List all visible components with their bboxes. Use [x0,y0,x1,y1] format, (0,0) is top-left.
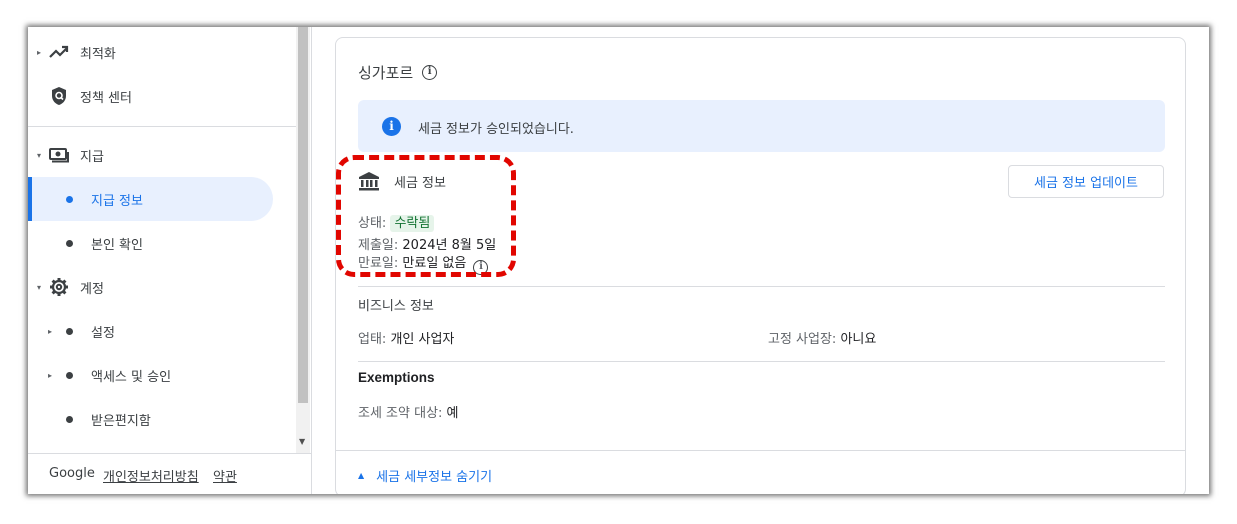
section-divider [358,286,1165,287]
card-title: 싱가포르 i [358,62,438,83]
sidebar: ▸ 최적화 정책 센터 ▾ 지급 지급 정보 본인 확인 ▾ 계정 ▸ 설정 ▸… [28,27,311,494]
main-content: 싱가포르 i i 세금 정보가 승인되었습니다. 세금 정보 상태: 수락됨 제… [312,27,1209,494]
info-icon[interactable]: i [473,260,489,275]
fixed-establishment-label: 고정 사업장: [768,332,837,347]
sidebar-item-label: 계정 [80,281,104,297]
status-row: 상태: 수락됨 [358,212,435,232]
collapse-caret-icon[interactable]: ▾ [37,151,41,160]
business-type-row: 업태: 개인 사업자 [358,328,454,347]
collapse-caret-icon[interactable]: ▾ [37,283,41,292]
section-divider [358,361,1165,362]
bank-icon [359,172,379,191]
tax-treaty-row: 조세 조약 대상: 예 [358,402,459,421]
expand-caret-icon[interactable]: ▸ [37,48,41,57]
sidebar-item-label: 받은편지함 [91,413,151,429]
tax-info-card: 싱가포르 i i 세금 정보가 승인되었습니다. 세금 정보 상태: 수락됨 제… [335,37,1186,494]
expand-caret-icon[interactable]: ▸ [48,371,52,380]
bullet-icon [66,415,73,423]
terms-link[interactable]: 약관 [213,466,237,485]
hide-details-label: 세금 세부정보 숨기기 [376,470,493,485]
sidebar-item-label: 지급 [80,149,104,165]
collapse-arrow-icon: ▲ [358,471,365,480]
scrollbar-thumb[interactable] [298,27,308,403]
app-window: ▸ 최적화 정책 센터 ▾ 지급 지급 정보 본인 확인 ▾ 계정 ▸ 설정 ▸… [28,27,1209,494]
business-type-value: 개인 사업자 [390,332,455,347]
tax-treaty-label: 조세 조약 대상: [358,406,443,421]
bullet-icon [66,195,73,203]
submitted-row: 제출일: 2024년 8월 5일 [358,234,496,253]
sidebar-item-label: 본인 확인 [91,237,143,253]
trending-up-icon [48,41,70,63]
expand-caret-icon[interactable]: ▸ [48,327,52,336]
hide-tax-details-button[interactable]: ▲ 세금 세부정보 숨기기 [358,466,492,485]
submitted-date: 2024년 8월 5일 [402,238,497,253]
sidebar-item-label: 설정 [91,325,115,341]
gear-icon [48,276,70,298]
submitted-label: 제출일: [358,238,399,253]
tax-treaty-value: 예 [446,406,459,421]
exemptions-title: Exemptions [358,370,435,385]
sidebar-item-label: 액세스 및 승인 [91,369,172,385]
bullet-icon [66,239,73,247]
sidebar-item-payment-info[interactable]: 지급 정보 [28,177,273,221]
fixed-establishment-value: 아니요 [840,332,877,347]
card-footer-divider [336,450,1185,451]
info-filled-icon: i [382,117,401,136]
sidebar-divider [28,126,296,127]
fixed-establishment-row: 고정 사업장: 아니요 [768,328,876,347]
banner-text: 세금 정보가 승인되었습니다. [418,122,574,137]
business-info-title: 비즈니스 정보 [358,299,434,314]
expiry-value: 만료일 없음 [402,256,467,271]
status-label: 상태: [358,216,387,231]
tax-info-title: 세금 정보 [394,175,446,191]
expiry-label: 만료일: [358,256,399,271]
bullet-icon [66,327,73,335]
payments-icon [48,144,70,166]
google-brand: Google [49,466,95,481]
status-badge: 수락됨 [390,215,435,232]
sidebar-item-label: 지급 정보 [91,193,143,209]
bullet-icon [66,371,73,379]
privacy-policy-link[interactable]: 개인정보처리방침 [103,466,199,485]
shield-icon [48,85,70,107]
expiry-row: 만료일: 만료일 없음 i [358,252,489,275]
approval-banner: i 세금 정보가 승인되었습니다. [358,100,1165,152]
active-indicator [28,177,32,221]
sidebar-footer: Google 개인정보처리방침 약관 [28,453,311,494]
tax-info-heading: 세금 정보 [358,171,446,191]
sidebar-item-label: 최적화 [80,46,116,62]
info-icon[interactable]: i [422,65,438,80]
scroll-down-arrow-icon[interactable]: ▼ [299,437,305,446]
country-title: 싱가포르 [358,64,414,82]
sidebar-scrollbar[interactable]: ▼ [296,27,310,453]
business-type-label: 업태: [358,332,387,347]
sidebar-item-label: 정책 센터 [80,90,132,106]
update-tax-info-button[interactable]: 세금 정보 업데이트 [1008,165,1164,198]
